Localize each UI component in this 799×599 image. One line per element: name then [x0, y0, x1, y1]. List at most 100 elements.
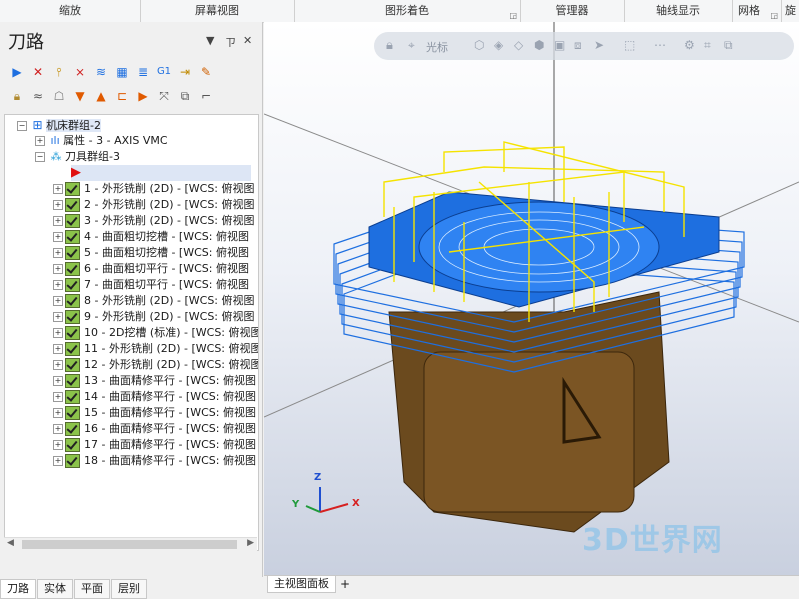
expand-toggle-icon[interactable]: +	[53, 296, 63, 306]
regen-all-icon[interactable]: ⫯	[50, 63, 68, 81]
wave-icon[interactable]: ≈	[29, 87, 47, 105]
scroll-left-icon[interactable]: ◀	[7, 538, 14, 548]
expand-toggle-icon[interactable]: +	[53, 184, 63, 194]
toolpath-operation-row[interactable]: +5 - 曲面粗切挖槽 - [WCS: 俯视图	[53, 245, 249, 261]
expand-toggle-icon[interactable]: +	[53, 392, 63, 402]
expand-toggle-icon[interactable]: +	[53, 424, 63, 434]
edit-icon[interactable]: ✎	[197, 63, 215, 81]
expand-toggle-icon[interactable]: +	[53, 200, 63, 210]
iso-icon[interactable]: ⧈	[574, 38, 582, 53]
lock-icon[interactable]: 🔒︎	[8, 87, 26, 105]
regen-dirty-icon[interactable]: ⨯	[71, 63, 89, 81]
toolpath-operation-row[interactable]: +6 - 曲面粗切平行 - [WCS: 俯视图	[53, 261, 249, 277]
operation-checkmark-icon[interactable]	[65, 374, 80, 388]
lock-icon[interactable]: 🔒︎	[386, 38, 393, 53]
ribbon-group-graphics-shading[interactable]: 图形着色 ◲	[294, 0, 521, 22]
ribbon-group-axis-display[interactable]: 轴线显示	[624, 0, 733, 22]
snap-icon[interactable]: ⌗	[704, 38, 711, 53]
operation-checkmark-icon[interactable]	[65, 358, 80, 372]
toolpath-operation-row[interactable]: +10 - 2D挖槽 (标准) - [WCS: 俯视图	[53, 325, 258, 341]
cursor-icon[interactable]: ⌖	[408, 38, 415, 53]
operation-checkmark-icon[interactable]	[65, 198, 80, 212]
toolpath-operation-row[interactable]: +11 - 外形铣削 (2D) - [WCS: 俯视图	[53, 341, 258, 357]
verify-icon[interactable]: ▦	[113, 63, 131, 81]
toolpath-operation-row[interactable]: +13 - 曲面精修平行 - [WCS: 俯视图	[53, 373, 256, 389]
expand-toggle-icon[interactable]: +	[53, 328, 63, 338]
collapse-toggle-icon[interactable]: −	[35, 152, 45, 162]
toolpath-operation-row[interactable]: +2 - 外形铣削 (2D) - [WCS: 俯视图	[53, 197, 255, 213]
highfeed-icon[interactable]: ⇥	[176, 63, 194, 81]
collapse-icon[interactable]: ⤧	[155, 87, 173, 105]
hide-icon[interactable]: ⧉	[176, 87, 194, 105]
backplot-icon[interactable]: ≋	[92, 63, 110, 81]
expand-toggle-icon[interactable]: +	[53, 264, 63, 274]
expand-toggle-icon[interactable]: +	[53, 232, 63, 242]
tree-machine-group[interactable]: − ⊞ 机床群组-2	[17, 117, 102, 133]
move-icon[interactable]: ▶	[134, 87, 152, 105]
toolpath-operation-row[interactable]: +18 - 曲面精修平行 - [WCS: 俯视图	[53, 453, 256, 469]
expand-icon[interactable]: ⌐	[197, 87, 215, 105]
operation-checkmark-icon[interactable]	[65, 262, 80, 276]
insert-arrow-row[interactable]: ▶	[71, 165, 251, 181]
toolpath-operation-row[interactable]: +9 - 外形铣削 (2D) - [WCS: 俯视图	[53, 309, 255, 325]
expand-toggle-icon[interactable]: +	[53, 456, 63, 466]
operation-checkmark-icon[interactable]	[65, 214, 80, 228]
toolpath-operation-row[interactable]: +14 - 曲面精修平行 - [WCS: 俯视图	[53, 389, 256, 405]
ribbon-group-rotate[interactable]: 旋	[782, 0, 799, 22]
toolpath-operation-row[interactable]: +12 - 外形铣削 (2D) - [WCS: 俯视图	[53, 357, 258, 373]
operation-checkmark-icon[interactable]	[65, 422, 80, 436]
select-toolpath-icon[interactable]: ▶	[8, 63, 26, 81]
ribbon-group-managers[interactable]: 管理器	[520, 0, 625, 22]
toolpath-operation-row[interactable]: +3 - 外形铣削 (2D) - [WCS: 俯视图	[53, 213, 255, 229]
tree-tool-group[interactable]: − ⁂ 刀具群组-3	[35, 149, 120, 165]
toolpath-operation-row[interactable]: +7 - 曲面粗切平行 - [WCS: 俯视图	[53, 277, 249, 293]
simulate-icon[interactable]: ≣	[134, 63, 152, 81]
scrollbar-thumb[interactable]	[22, 540, 237, 549]
operation-checkmark-icon[interactable]	[65, 278, 80, 292]
expand-toggle-icon[interactable]: +	[53, 344, 63, 354]
select-icon[interactable]: ➤	[594, 38, 604, 52]
operation-checkmark-icon[interactable]	[65, 182, 80, 196]
panel-pin-icon[interactable]: ㄗ	[225, 34, 236, 50]
view-cube-icon[interactable]: ⬡	[474, 38, 484, 52]
expand-toggle-icon[interactable]: +	[53, 408, 63, 418]
operation-checkmark-icon[interactable]	[65, 310, 80, 324]
toolpath-operation-row[interactable]: +16 - 曲面精修平行 - [WCS: 俯视图	[53, 421, 256, 437]
cursor-mode-label[interactable]: 光标	[426, 39, 448, 55]
dotted-select-icon[interactable]: ⋯	[654, 38, 666, 52]
up-arrow-icon[interactable]: ▲	[92, 87, 110, 105]
ribbon-group-grid[interactable]: 网格 ◲	[732, 0, 782, 22]
tab-toolpaths[interactable]: 刀路	[0, 579, 36, 599]
tab-solids[interactable]: 实体	[37, 579, 73, 599]
expand-toggle-icon[interactable]: +	[35, 136, 45, 146]
operation-checkmark-icon[interactable]	[65, 406, 80, 420]
graphics-viewport[interactable]: 🔒︎ ⌖ 光标 ⬡ ◈ ◇ ⬢ ▣ ⧈ ➤ ⬚ ⋯ ⚙ ⌗ ⧉ Z X Y	[264, 22, 799, 575]
expand-toggle-icon[interactable]: +	[53, 440, 63, 450]
tree-horizontal-scrollbar[interactable]: ◀ ▶	[4, 537, 257, 552]
expand-toggle-icon[interactable]: +	[53, 376, 63, 386]
operation-checkmark-icon[interactable]	[65, 294, 80, 308]
g1-label-icon[interactable]: G1	[155, 63, 173, 81]
operation-checkmark-icon[interactable]	[65, 326, 80, 340]
toolpath-operation-row[interactable]: +8 - 外形铣削 (2D) - [WCS: 俯视图	[53, 293, 255, 309]
operation-checkmark-icon[interactable]	[65, 454, 80, 468]
add-sheet-icon[interactable]: +	[340, 577, 350, 591]
expand-toggle-icon[interactable]: +	[53, 312, 63, 322]
toolpath-operation-row[interactable]: +1 - 外形铣削 (2D) - [WCS: 俯视图	[53, 181, 255, 197]
wireframe-icon[interactable]: ◇	[514, 38, 523, 52]
panel-menu-icon[interactable]: ▼	[206, 34, 214, 47]
insert-icon[interactable]: ⊏	[113, 87, 131, 105]
ribbon-group-zoom[interactable]: 缩放	[0, 0, 141, 22]
settings-icon[interactable]: ⚙	[684, 38, 695, 52]
ghost-icon[interactable]: ☖	[50, 87, 68, 105]
operation-checkmark-icon[interactable]	[65, 390, 80, 404]
toolpath-operation-row[interactable]: +17 - 曲面精修平行 - [WCS: 俯视图	[53, 437, 256, 453]
toolpath-operation-row[interactable]: +15 - 曲面精修平行 - [WCS: 俯视图	[53, 405, 256, 421]
shade-icon[interactable]: ◈	[494, 38, 503, 52]
panel-close-icon[interactable]: ✕	[243, 34, 252, 47]
tab-main-view-sheet[interactable]: 主视图面板	[267, 576, 336, 593]
cube-icon[interactable]: ▣	[554, 38, 565, 52]
toolpath-operation-row[interactable]: +4 - 曲面粗切挖槽 - [WCS: 俯视图	[53, 229, 249, 245]
expand-toggle-icon[interactable]: +	[53, 248, 63, 258]
tab-planes[interactable]: 平面	[74, 579, 110, 599]
